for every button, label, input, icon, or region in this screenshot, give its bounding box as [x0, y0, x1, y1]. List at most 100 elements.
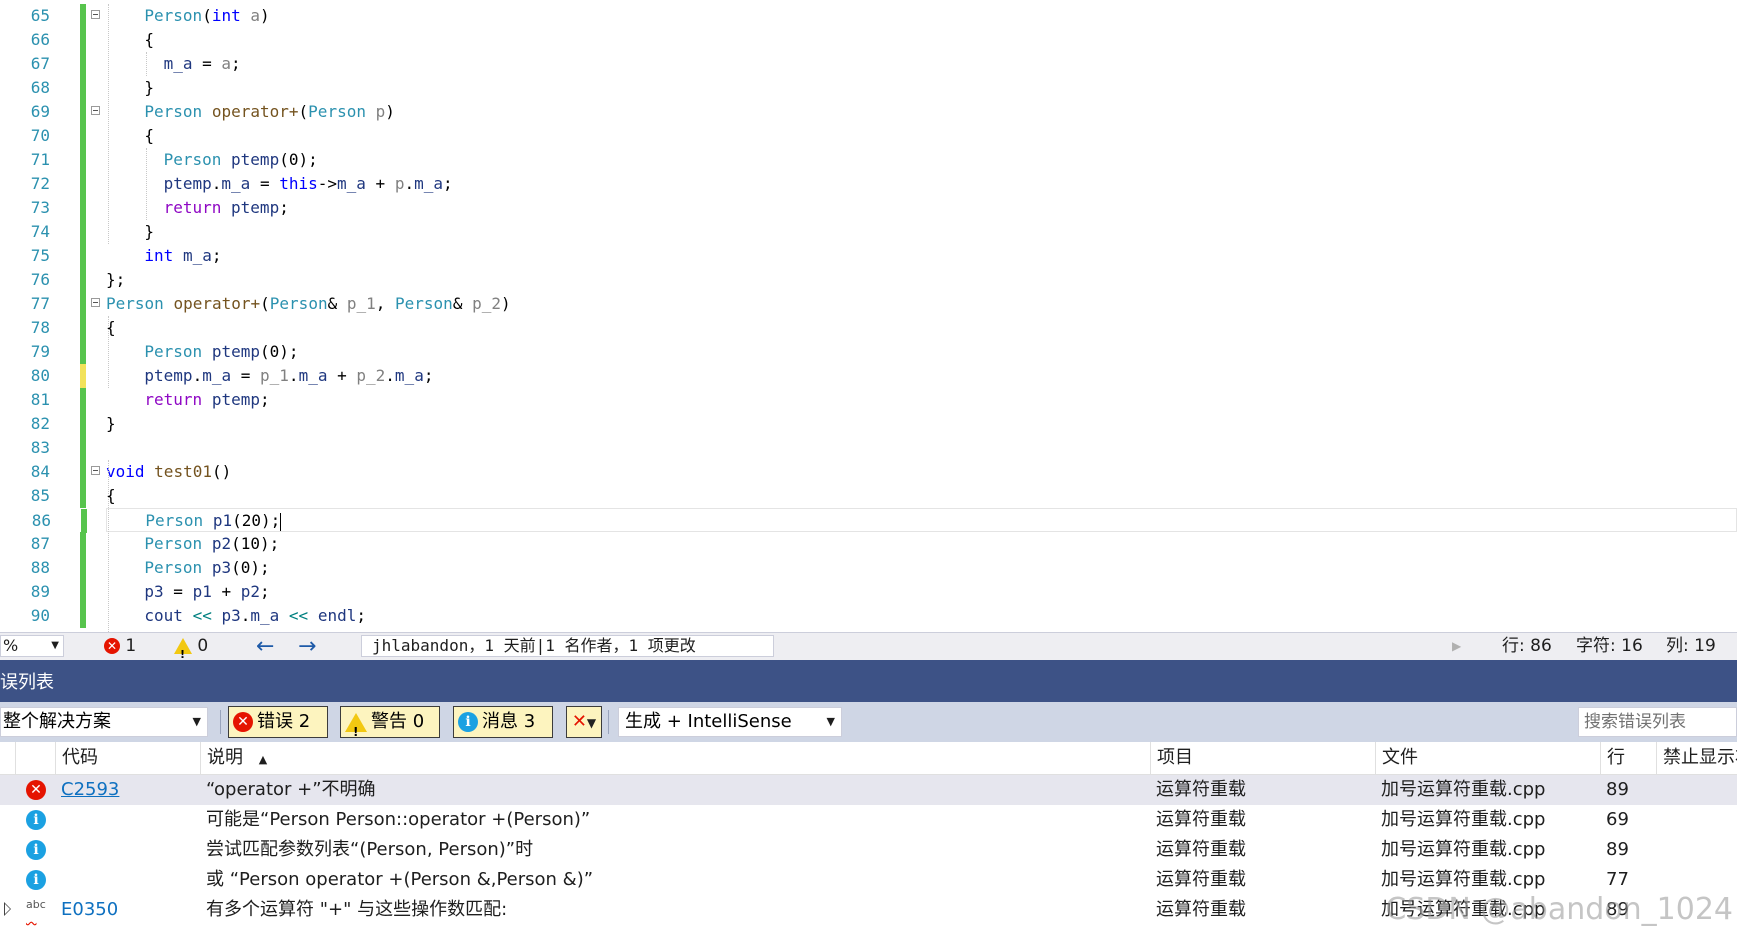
- chevron-down-icon: ▼: [192, 715, 201, 728]
- line-number: 78: [30, 318, 50, 337]
- code-line[interactable]: 69 Person operator+(Person p): [0, 100, 1737, 124]
- error-list-row[interactable]: i 或 “Person operator +(Person &,Person &)…: [0, 865, 1737, 895]
- error-icon: ✕: [233, 712, 253, 732]
- code-token: =: [250, 174, 280, 193]
- error-count-indicator[interactable]: ✕ 1: [104, 633, 136, 660]
- error-list-row[interactable]: i 尝试匹配参数列表“(Person, Person)”时 运算符重载 加号运算符重载…: [0, 835, 1737, 865]
- code-text: Person operator+(Person& p_1, Person& p_…: [106, 292, 511, 316]
- code-line[interactable]: 75 int m_a;: [0, 244, 1737, 268]
- code-token: m_a: [298, 366, 328, 385]
- warnings-filter-button[interactable]: ! 警告 0: [340, 706, 440, 739]
- errors-filter-button[interactable]: ✕ 错误 2: [228, 706, 328, 738]
- navigate-forward-icon[interactable]: →: [298, 633, 316, 660]
- saved-change-marker: [80, 556, 86, 580]
- column-header-project[interactable]: 项目: [1150, 742, 1375, 774]
- indent-guide: [108, 460, 109, 632]
- filter-toggle-button[interactable]: ✕▼: [566, 706, 602, 738]
- code-line[interactable]: 70 {: [0, 124, 1737, 148]
- column-header-icon[interactable]: [15, 742, 55, 774]
- error-code-link[interactable]: C2593: [61, 779, 119, 800]
- column-header-code[interactable]: 代码: [55, 742, 200, 774]
- code-token: +: [365, 174, 395, 193]
- code-line[interactable]: 77 Person operator+(Person& p_1, Person& …: [0, 292, 1737, 316]
- column-header-file[interactable]: 文件: [1375, 742, 1600, 774]
- code-line[interactable]: 76};: [0, 268, 1737, 292]
- code-line[interactable]: 85{: [0, 484, 1737, 508]
- warning-count-indicator[interactable]: ! 0: [174, 633, 208, 661]
- code-token: (: [260, 294, 270, 313]
- cell-code: [61, 835, 200, 865]
- column-header-expand[interactable]: [0, 742, 15, 774]
- code-editor[interactable]: 65 Person(int a) 66{67 m_a = a; 68} 69 Person …: [0, 0, 1737, 632]
- code-line[interactable]: 81 return ptemp;: [0, 388, 1737, 412]
- code-line[interactable]: 67 m_a = a;: [0, 52, 1737, 76]
- code-token: a: [250, 6, 261, 25]
- code-line[interactable]: 87 Person p2(10);: [0, 532, 1737, 556]
- code-line[interactable]: 65 Person(int a): [0, 4, 1737, 28]
- code-text: ptemp.m_a = p_1.m_a + p_2.m_a;: [144, 364, 433, 388]
- code-line[interactable]: 80 ptemp.m_a = p_1.m_a + p_2.m_a;: [0, 364, 1737, 388]
- code-line[interactable]: 68}: [0, 76, 1737, 100]
- code-line[interactable]: 84 void test01(): [0, 460, 1737, 484]
- code-token: Person: [144, 6, 203, 25]
- column-header-line[interactable]: 行: [1600, 742, 1656, 774]
- code-line[interactable]: 78{: [0, 316, 1737, 340]
- codelens-git-info[interactable]: jhlabandon，1 天前|1 名作者，1 项更改: [361, 635, 774, 657]
- code-text: {: [144, 124, 154, 148]
- code-line[interactable]: 79 Person ptemp(0);: [0, 340, 1737, 364]
- saved-change-marker: [80, 388, 86, 412]
- code-line[interactable]: 89 p3 = p1 + p2;: [0, 580, 1737, 604]
- code-token: &: [452, 294, 473, 313]
- code-text: }: [144, 76, 154, 100]
- code-token: p: [375, 102, 386, 121]
- scope-dropdown[interactable]: 整个解决方案 ▼: [0, 707, 208, 737]
- column-header-desc[interactable]: 说明 ▲: [200, 742, 1150, 774]
- line-number: 75: [30, 246, 50, 265]
- code-line[interactable]: 73 return ptemp;: [0, 196, 1737, 220]
- error-list-row[interactable]: ✕ C2593 “operator +”不明确 运算符重载 加号运算符重载.cpp 89: [0, 775, 1737, 805]
- code-line[interactable]: 88 Person p3(0);: [0, 556, 1737, 580]
- column-header-suppress[interactable]: 禁止显示状态: [1656, 742, 1737, 774]
- saved-change-marker: [80, 604, 86, 628]
- code-line[interactable]: 82}: [0, 412, 1737, 436]
- messages-filter-button[interactable]: i 消息 3: [453, 706, 553, 738]
- navigate-back-icon[interactable]: ←: [256, 633, 274, 660]
- error-list-search-input[interactable]: 搜索错误列表: [1578, 707, 1737, 737]
- code-line[interactable]: 66 {: [0, 28, 1737, 52]
- code-line[interactable]: 83: [0, 436, 1737, 460]
- code-line[interactable]: 86 Person p1(20);: [32, 508, 1737, 533]
- code-token: ptemp: [211, 342, 260, 361]
- expand-row-icon[interactable]: [4, 902, 11, 916]
- code-line[interactable]: 74}: [0, 220, 1737, 244]
- collapse-region-icon[interactable]: [91, 466, 100, 475]
- error-list-toolbar: 整个解决方案 ▼ ✕ 错误 2 ! 警告 0 i 消息 3 ✕▼ 生成 + Intel…: [0, 702, 1737, 742]
- code-token: &: [327, 294, 347, 313]
- code-token: (20);: [232, 511, 281, 530]
- code-line[interactable]: 72 ptemp.m_a = this->m_a + p.m_a;: [0, 172, 1737, 196]
- code-token: =: [192, 54, 222, 73]
- saved-change-marker: [80, 124, 86, 148]
- collapse-region-icon[interactable]: [91, 298, 100, 307]
- code-token: m_a: [250, 606, 280, 625]
- code-token: Person: [144, 534, 203, 553]
- collapse-region-icon[interactable]: [91, 106, 100, 115]
- code-token: (0);: [231, 558, 270, 577]
- zoom-dropdown[interactable]: % ▼: [0, 635, 64, 657]
- code-token: =: [163, 582, 193, 601]
- error-list-row[interactable]: i 可能是“Person Person::operator +(Person)” 运…: [0, 805, 1737, 835]
- code-token: endl: [317, 606, 357, 625]
- code-line[interactable]: 71 Person ptemp(0);: [0, 148, 1737, 172]
- code-token: ): [385, 102, 395, 121]
- collapse-region-icon[interactable]: [91, 10, 100, 19]
- code-token: p2: [240, 582, 261, 601]
- filter-funnel-icon: ▼: [586, 716, 597, 730]
- build-filter-dropdown[interactable]: 生成 + IntelliSense ▼: [618, 707, 842, 737]
- code-text: Person ptemp(0);: [144, 340, 298, 364]
- cell-code: E0350: [61, 899, 119, 920]
- code-line[interactable]: 90 cout << p3.m_a << endl;: [0, 604, 1737, 628]
- code-token: cout: [144, 606, 183, 625]
- scroll-right-icon[interactable]: ▶: [1452, 633, 1461, 660]
